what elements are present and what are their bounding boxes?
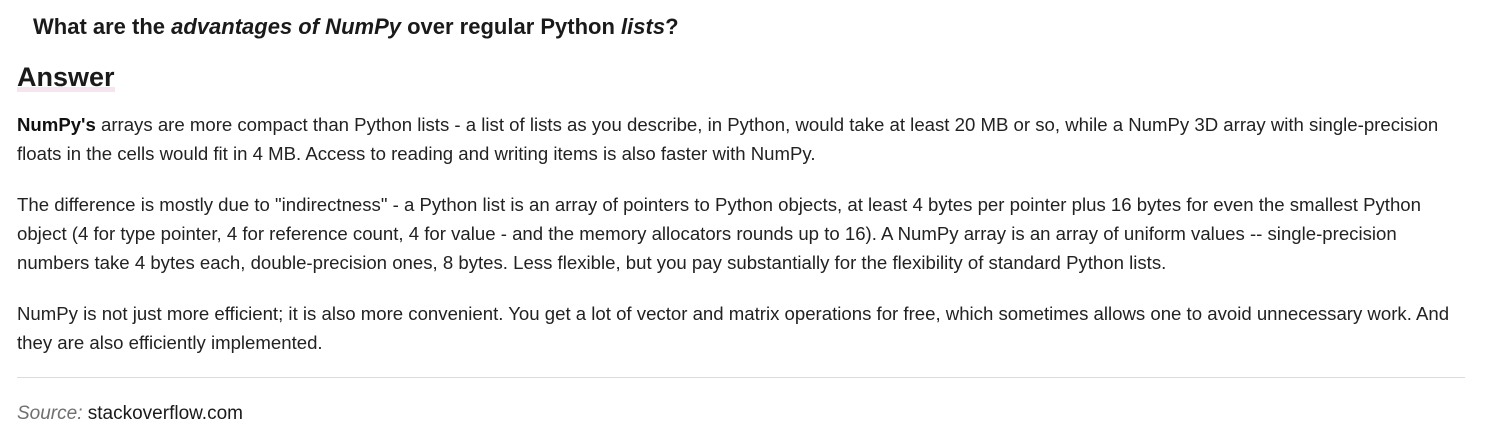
numpy-bold-lead: NumPy's [17, 114, 96, 135]
source-link[interactable]: stackoverflow.com [88, 403, 243, 424]
answer-heading: Answer [17, 62, 115, 92]
question-text-part2: over regular Python [400, 14, 622, 39]
answer-paragraph-1-text: arrays are more compact than Python list… [17, 114, 1439, 164]
question-text-part3: ? [665, 14, 679, 39]
question-title: What are the advantages of NumPy over re… [17, 0, 1465, 42]
answer-paragraph-2: The difference is mostly due to "indirec… [17, 194, 1421, 273]
question-emphasis-numpy: advantages of NumPy [171, 14, 401, 39]
answer-paragraph-3: NumPy is not just more efficient; it is … [17, 303, 1450, 353]
qa-page: What are the advantages of NumPy over re… [0, 0, 1500, 448]
section-divider [17, 377, 1465, 378]
answer-section: Answer NumPy's arrays are more compact t… [17, 42, 1465, 357]
source-label: Source: [17, 403, 83, 424]
question-text-part1: What are the [33, 14, 172, 39]
source-attribution: Source: stackoverflow.com [17, 402, 1465, 426]
question-emphasis-lists: lists [621, 14, 666, 39]
answer-paragraph-1: NumPy's arrays are more compact than Pyt… [17, 110, 1465, 168]
